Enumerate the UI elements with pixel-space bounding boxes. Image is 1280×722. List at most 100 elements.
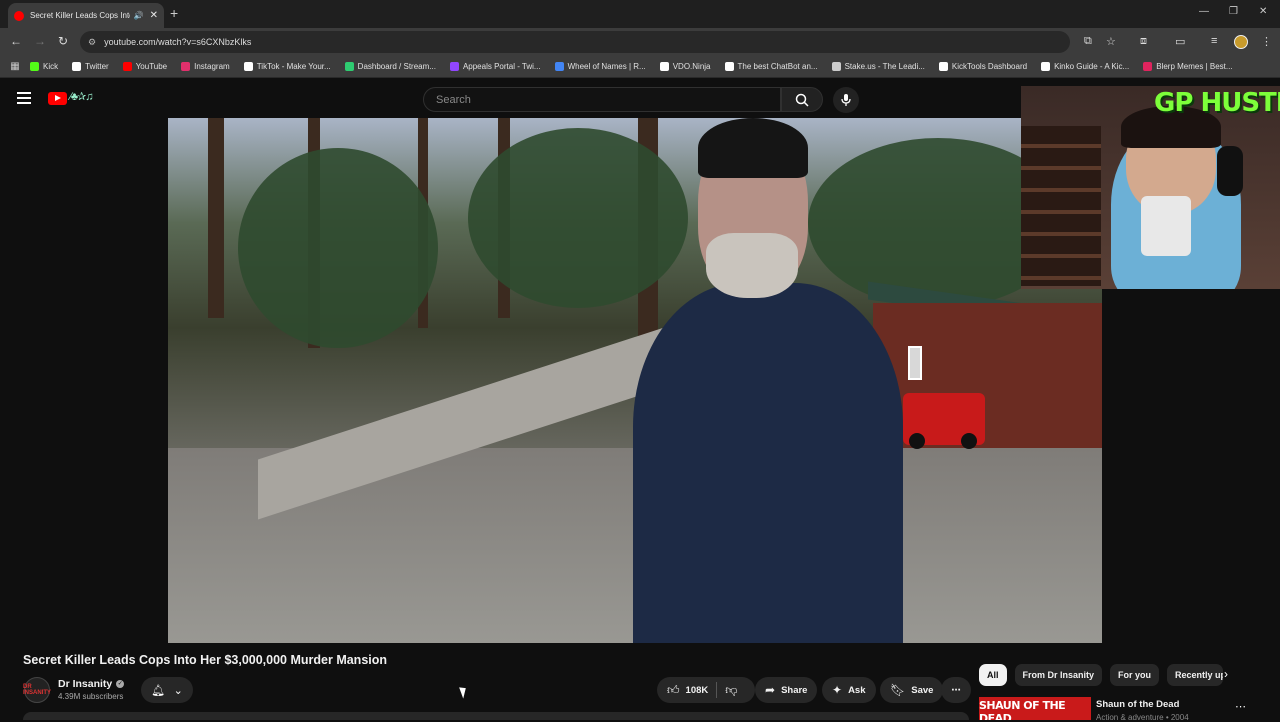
bookmark-icon: 🔖︎ bbox=[890, 683, 906, 697]
chip[interactable]: For you bbox=[1110, 664, 1160, 686]
bookmark-favicon-icon bbox=[243, 62, 253, 71]
towel bbox=[1141, 196, 1191, 256]
chip[interactable]: Recently up bbox=[1167, 664, 1224, 686]
verified-badge-icon: ✓ bbox=[116, 680, 125, 689]
share-label: Share bbox=[781, 684, 808, 696]
forward-icon[interactable]: → bbox=[34, 34, 46, 48]
new-tab-icon[interactable]: + bbox=[170, 5, 178, 21]
extensions-icon[interactable]: ⧈ bbox=[1140, 35, 1147, 48]
bookmark-star-icon[interactable]: ☆ bbox=[1106, 35, 1116, 48]
restore-icon[interactable]: ❐ bbox=[1229, 6, 1238, 17]
bookmark-item[interactable]: Twitter bbox=[72, 62, 109, 71]
search-input[interactable]: Search bbox=[423, 87, 781, 112]
video-player[interactable] bbox=[168, 118, 1102, 643]
shelf bbox=[1021, 126, 1101, 286]
bookmark-item[interactable]: KickTools Dashboard bbox=[938, 62, 1027, 71]
more-actions-button[interactable]: ⋯ bbox=[941, 677, 971, 703]
search-placeholder: Search bbox=[436, 93, 471, 106]
reload-icon[interactable]: ↻ bbox=[58, 34, 68, 48]
save-label: Save bbox=[911, 684, 934, 696]
bookmark-favicon-icon bbox=[724, 62, 734, 71]
bookmark-label: YouTube bbox=[135, 62, 168, 71]
recommended-thumbnail[interactable]: SHAUN OF THE DEAD bbox=[979, 697, 1091, 720]
speaker-icon[interactable]: 🔊 bbox=[134, 11, 144, 20]
chip[interactable]: From Dr Insanity bbox=[1014, 664, 1103, 686]
like-count[interactable]: 108K bbox=[686, 685, 709, 696]
voice-search-button[interactable] bbox=[833, 87, 859, 113]
cast-icon[interactable]: ▭ bbox=[1175, 35, 1185, 48]
recommended-title[interactable]: Shaun of the Dead bbox=[1096, 699, 1179, 710]
close-window-icon[interactable]: ✕ bbox=[1259, 6, 1267, 17]
site-info-icon[interactable]: ⚙ bbox=[88, 37, 96, 48]
ask-button[interactable]: ✦ Ask bbox=[822, 677, 876, 703]
address-bar-row: ← → ↻ ⚙ youtube.com/watch?v=s6CXNbzKlks … bbox=[0, 28, 1280, 56]
bookmark-item[interactable]: TikTok - Make Your... bbox=[243, 62, 331, 71]
url-field[interactable]: ⚙ youtube.com/watch?v=s6CXNbzKlks bbox=[80, 31, 1070, 53]
headset bbox=[1217, 146, 1243, 196]
bookmark-label: Appeals Portal - Twi... bbox=[462, 62, 541, 71]
man-beard bbox=[706, 233, 798, 298]
bookmark-item[interactable]: YouTube bbox=[122, 62, 168, 71]
bookmark-item[interactable]: Kinko Guide - A Kic... bbox=[1041, 62, 1129, 71]
bookmark-item[interactable]: Dashboard / Stream... bbox=[344, 62, 436, 71]
thumbnail-text: SHAUN OF THE DEAD bbox=[979, 699, 1066, 720]
bookmark-favicon-icon bbox=[1041, 62, 1051, 71]
share-button[interactable]: ➦ Share bbox=[755, 677, 818, 703]
like-icon[interactable]: 👍︎ bbox=[667, 683, 680, 698]
hamburger-menu-icon[interactable] bbox=[17, 92, 31, 104]
man-shirt bbox=[633, 283, 903, 643]
red-jeep bbox=[903, 393, 985, 449]
bookmark-label: Blerp Memes | Best... bbox=[1156, 62, 1233, 71]
install-app-icon[interactable]: ⧉ bbox=[1084, 35, 1092, 48]
notification-button[interactable]: 🔔︎ ⌄ bbox=[141, 677, 193, 703]
description-box[interactable] bbox=[23, 712, 969, 720]
webcam-overlay: GP HUSTLA bbox=[1021, 86, 1280, 289]
more-vertical-icon[interactable]: ⋯ bbox=[1235, 700, 1246, 713]
man-cap bbox=[698, 118, 808, 178]
chevron-down-icon: ⌄ bbox=[173, 684, 183, 697]
profile-avatar[interactable] bbox=[1234, 35, 1248, 49]
sparkle-icon: ✦ bbox=[832, 683, 843, 697]
browser-tab-bar: Secret Killer Leads Cops Into Her 🔊 ✕ + … bbox=[0, 0, 1280, 28]
bookmark-item[interactable]: Wheel of Names | R... bbox=[554, 62, 646, 71]
browser-menu-icon[interactable]: ⋮ bbox=[1261, 35, 1272, 48]
youtube-doodle[interactable]: ∕♣✰♫ bbox=[70, 90, 94, 103]
bookmark-favicon-icon bbox=[449, 62, 459, 71]
bookmark-label: Kinko Guide - A Kic... bbox=[1054, 62, 1130, 71]
subscriber-count: 4.39M subscribers bbox=[58, 692, 124, 701]
bell-icon: 🔔︎ bbox=[151, 684, 166, 697]
minimize-icon[interactable]: — bbox=[1199, 6, 1209, 17]
back-icon[interactable]: ← bbox=[10, 34, 22, 48]
bookmark-item[interactable]: Blerp Memes | Best... bbox=[1143, 62, 1233, 71]
save-button[interactable]: 🔖︎ Save bbox=[880, 677, 944, 703]
bookmark-favicon-icon bbox=[122, 62, 132, 71]
youtube-logo[interactable] bbox=[48, 92, 67, 105]
bookmark-label: The best ChatBot an... bbox=[737, 62, 818, 71]
bookmark-favicon-icon bbox=[1143, 62, 1153, 71]
bookmark-label: Wheel of Names | R... bbox=[567, 62, 646, 71]
media-control-icon[interactable]: ≡ bbox=[1211, 35, 1217, 47]
bookmark-label: VDO.Ninja bbox=[672, 62, 711, 71]
apps-grid-icon[interactable]: ▦ bbox=[0, 61, 30, 72]
recommended-meta: Action & adventure • 2004 bbox=[1096, 713, 1189, 722]
bookmark-item[interactable]: Stake.us - The Leadi... bbox=[831, 62, 925, 71]
bookmark-item[interactable]: Instagram bbox=[181, 62, 230, 71]
bookmark-item[interactable]: Kick bbox=[30, 62, 58, 71]
bookmark-item[interactable]: The best ChatBot an... bbox=[724, 62, 818, 71]
bookmarks-bar: ▦ Kick Twitter YouTube Instagram TikTok - Ma… bbox=[0, 56, 1280, 78]
channel-avatar[interactable]: DR INSANITY bbox=[23, 677, 51, 703]
close-tab-icon[interactable]: ✕ bbox=[150, 10, 158, 21]
url-text: youtube.com/watch?v=s6CXNbzKlks bbox=[104, 37, 252, 47]
dislike-icon[interactable]: 👎︎ bbox=[725, 683, 737, 698]
more-horizontal-icon: ⋯ bbox=[951, 684, 961, 696]
channel-name[interactable]: Dr Insanity bbox=[58, 678, 112, 690]
browser-tab[interactable]: Secret Killer Leads Cops Into Her 🔊 ✕ bbox=[8, 3, 164, 28]
chip[interactable]: All bbox=[979, 664, 1007, 686]
bookmark-label: Twitter bbox=[85, 62, 109, 71]
bookmark-item[interactable]: VDO.Ninja bbox=[659, 62, 711, 71]
bookmark-item[interactable]: Appeals Portal - Twi... bbox=[449, 62, 541, 71]
bookmark-label: Instagram bbox=[194, 62, 230, 71]
chevron-right-icon[interactable]: › bbox=[1224, 667, 1228, 681]
search-button[interactable] bbox=[781, 87, 823, 112]
channel-name-row[interactable]: Dr Insanity ✓ bbox=[58, 678, 125, 690]
